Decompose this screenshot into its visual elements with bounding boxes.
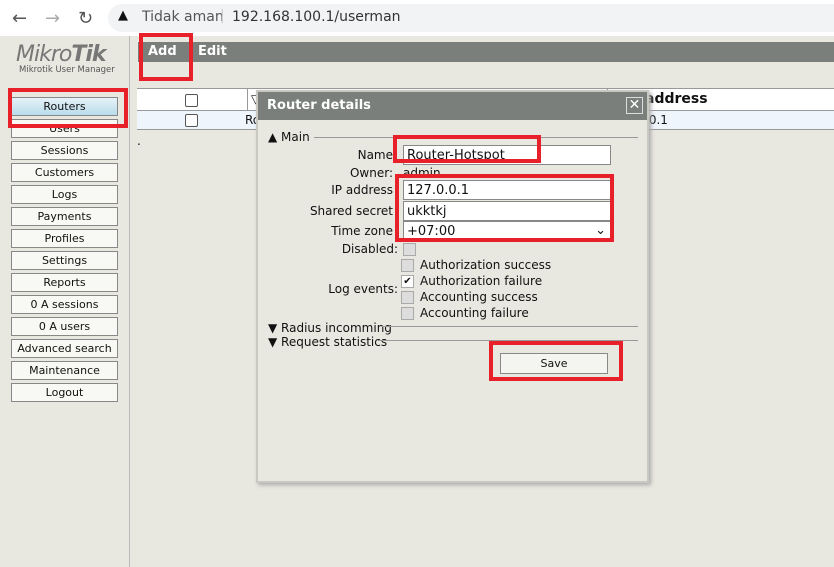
log-events-label: Log events: bbox=[328, 282, 398, 296]
log-event-label: Accounting failure bbox=[420, 306, 529, 320]
sidebar-item-customers[interactable]: Customers bbox=[11, 163, 118, 182]
timezone-label: Time zone bbox=[331, 224, 393, 238]
log-event-label: Authorization success bbox=[420, 258, 552, 272]
select-all-checkbox[interactable] bbox=[185, 94, 198, 107]
sidebar-item-users[interactable]: Users bbox=[11, 119, 118, 138]
table-footer: . bbox=[137, 134, 141, 148]
row-checkbox[interactable] bbox=[185, 114, 198, 127]
sidebar-item-logout[interactable]: Logout bbox=[11, 383, 118, 402]
name-input[interactable]: Router-Hotspot bbox=[403, 145, 611, 165]
main-section-label: Main bbox=[281, 130, 310, 144]
sidebar-item-maintenance[interactable]: Maintenance bbox=[11, 361, 118, 380]
radius-section-label: Radius incomming bbox=[281, 321, 392, 335]
address-bar[interactable]: ▲ Tidak aman | 192.168.100.1/userman bbox=[108, 4, 834, 32]
stats-section-toggle[interactable]: ▼ Request statistics bbox=[268, 335, 387, 349]
sidebar-item-settings[interactable]: Settings bbox=[11, 251, 118, 270]
url-text: 192.168.100.1/userman bbox=[232, 9, 401, 25]
sidebar-item-reports[interactable]: Reports bbox=[11, 273, 118, 292]
sidebar-item-logs[interactable]: Logs bbox=[11, 185, 118, 204]
name-label: Name bbox=[357, 148, 393, 162]
save-button[interactable]: Save bbox=[500, 353, 608, 374]
log-event-checkbox[interactable] bbox=[401, 291, 414, 304]
security-label: Tidak aman bbox=[142, 9, 224, 25]
disabled-checkbox[interactable] bbox=[403, 243, 416, 256]
sidebar-item-payments[interactable]: Payments bbox=[11, 207, 118, 226]
back-icon[interactable]: ← bbox=[12, 8, 27, 29]
timezone-value: +07:00 bbox=[407, 224, 456, 239]
ip-address-input[interactable]: 127.0.0.1 bbox=[403, 180, 611, 200]
secret-label: Shared secret bbox=[309, 204, 393, 218]
timezone-select[interactable]: +07:00 ⌄ bbox=[403, 221, 611, 241]
warning-icon: ▲ bbox=[118, 8, 128, 23]
stats-section-label: Request statistics bbox=[281, 335, 388, 349]
sidebar-item-profiles[interactable]: Profiles bbox=[11, 229, 118, 248]
sidebar-item-0-a-sessions[interactable]: 0 A sessions bbox=[11, 295, 118, 314]
log-event-label: Accounting success bbox=[420, 290, 538, 304]
log-event-checkbox[interactable] bbox=[401, 307, 414, 320]
radius-section-toggle[interactable]: ▼ Radius incomming bbox=[268, 321, 392, 335]
add-menu[interactable]: Add bbox=[148, 44, 177, 59]
ip-label: IP address bbox=[331, 183, 393, 197]
column-address[interactable]: address bbox=[645, 91, 708, 107]
shared-secret-input[interactable]: ukktkj bbox=[403, 201, 611, 221]
forward-icon[interactable]: → bbox=[45, 8, 60, 29]
router-details-dialog: Router details ✕ ▲ Main Name Router-Hots… bbox=[256, 90, 649, 483]
edit-menu[interactable]: Edit bbox=[198, 44, 227, 59]
sidebar-item-routers[interactable]: Routers bbox=[11, 97, 118, 116]
chevron-down-icon: ⌄ bbox=[595, 223, 606, 238]
sidebar-item-advanced-search[interactable]: Advanced search bbox=[11, 339, 118, 358]
log-event-label: Authorization failure bbox=[420, 274, 543, 288]
close-icon[interactable]: ✕ bbox=[626, 97, 643, 114]
divider: | bbox=[220, 8, 225, 24]
owner-value: admin bbox=[403, 166, 441, 180]
owner-label: Owner: bbox=[349, 166, 393, 180]
reload-icon[interactable]: ↻ bbox=[78, 8, 93, 29]
sidebar-item-0-a-users[interactable]: 0 A users bbox=[11, 317, 118, 336]
log-event-checkbox[interactable]: ✔ bbox=[401, 275, 414, 288]
logo-subtitle: Mikrotik User Manager bbox=[19, 65, 115, 75]
sidebar-item-sessions[interactable]: Sessions bbox=[11, 141, 118, 160]
menu-bar bbox=[138, 42, 834, 62]
logo: MikroTik bbox=[16, 42, 107, 67]
disabled-label: Disabled: bbox=[341, 242, 398, 256]
dialog-title: Router details bbox=[258, 92, 647, 120]
main-section-toggle[interactable]: ▲ Main bbox=[268, 130, 310, 144]
log-event-checkbox[interactable] bbox=[401, 259, 414, 272]
